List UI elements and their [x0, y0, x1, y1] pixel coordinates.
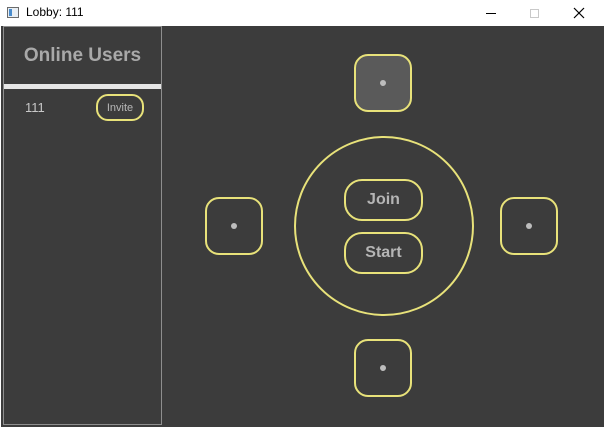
- user-name: 111: [25, 100, 45, 115]
- seat-bottom[interactable]: [354, 339, 412, 397]
- seat-left[interactable]: [205, 197, 263, 255]
- seat-top[interactable]: [354, 54, 412, 112]
- seat-right[interactable]: [500, 197, 558, 255]
- minimize-button[interactable]: [468, 0, 514, 26]
- user-list-item: 111 Invite: [4, 93, 161, 123]
- maximize-icon: [529, 8, 539, 18]
- seat-dot-icon: [231, 223, 237, 229]
- join-button[interactable]: Join: [344, 179, 423, 221]
- online-users-panel: Online Users 111 Invite: [3, 26, 162, 425]
- divider: [4, 84, 161, 89]
- seat-dot-icon: [380, 365, 386, 371]
- table-circle: [294, 136, 474, 316]
- window-title: Lobby: 111: [26, 5, 84, 19]
- lobby-client-area: Online Users 111 Invite Join Start: [1, 26, 604, 427]
- close-icon: [573, 7, 585, 19]
- title-bar[interactable]: Lobby: 111: [0, 0, 606, 26]
- online-users-heading: Online Users: [23, 45, 142, 66]
- invite-button[interactable]: Invite: [96, 94, 144, 121]
- app-window-icon: [7, 7, 19, 18]
- seat-dot-icon: [380, 80, 386, 86]
- start-button[interactable]: Start: [344, 232, 423, 274]
- seat-dot-icon: [526, 223, 532, 229]
- maximize-button[interactable]: [511, 0, 557, 26]
- close-button[interactable]: [556, 0, 602, 26]
- lobby-window: Lobby: 111 Online Users 111 Invite Join …: [0, 0, 606, 429]
- minimize-icon: [486, 12, 496, 14]
